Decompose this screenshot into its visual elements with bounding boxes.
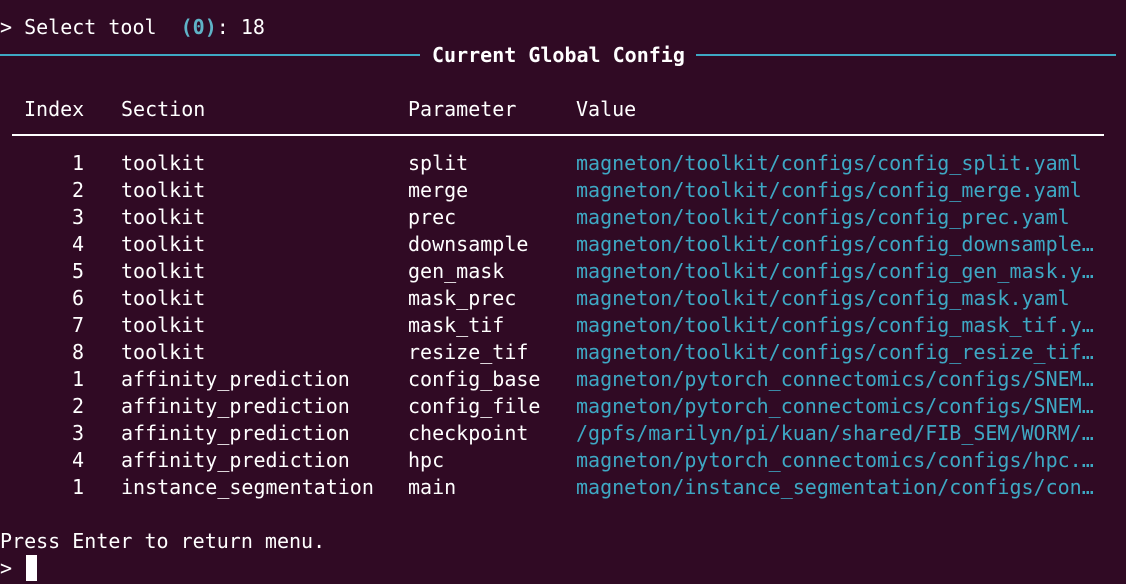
row-value: magneton/toolkit/configs/config_resize_t… — [576, 340, 1094, 364]
table-row: 2 toolkit merge magneton/toolkit/configs/co… — [0, 177, 1126, 204]
row-value: magneton/toolkit/configs/config_split.ya… — [576, 151, 1082, 175]
input-prompt: > — [0, 556, 13, 580]
title-rule-right — [696, 54, 1116, 56]
table-row: 1 affinity_prediction config_base magneton/… — [0, 366, 1126, 393]
row-index: 4 — [71, 448, 84, 472]
row-index: 6 — [71, 286, 84, 310]
prompt-prefix: > Select tool — [0, 15, 169, 39]
row-value: /gpfs/marilyn/pi/kuan/shared/FIB_SEM/WOR… — [576, 421, 1094, 445]
row-value: magneton/toolkit/configs/config_gen_mask… — [576, 259, 1094, 283]
row-value: magneton/toolkit/configs/config_merge.ya… — [576, 178, 1082, 202]
return-instruction: Press Enter to return menu. — [0, 529, 326, 553]
table-row: 2 affinity_prediction config_file magneton/… — [0, 393, 1126, 420]
row-parameter: mask_prec — [408, 286, 517, 310]
row-value: magneton/pytorch_connectomics/configs/SN… — [576, 394, 1094, 418]
prompt-default: (0) — [180, 15, 217, 39]
row-value: magneton/instance_segmentation/configs/c… — [576, 475, 1094, 499]
row-section: instance_segmentation — [121, 475, 374, 499]
row-section: toolkit — [121, 151, 206, 175]
row-index: 8 — [71, 340, 84, 364]
header-parameter: Parameter — [408, 97, 517, 121]
row-section: toolkit — [121, 286, 206, 310]
row-section: toolkit — [121, 340, 206, 364]
table-header-row: Index Section Parameter Value — [0, 96, 1126, 123]
row-parameter: gen_mask — [408, 259, 505, 283]
table-row: 1 instance_segmentation main magneton/insta… — [0, 474, 1126, 501]
table-row: 4 toolkit downsample magneton/toolkit/confi… — [0, 231, 1126, 258]
row-parameter: downsample — [408, 232, 529, 256]
prompt-answer: : 18 — [216, 15, 265, 39]
row-value: magneton/toolkit/configs/config_downsamp… — [576, 232, 1094, 256]
header-section: Section — [121, 97, 206, 121]
row-section: affinity_prediction — [121, 394, 350, 418]
input-line[interactable]: > — [0, 555, 38, 582]
row-index: 3 — [71, 205, 84, 229]
row-index: 2 — [71, 178, 84, 202]
row-parameter: merge — [408, 178, 469, 202]
row-section: affinity_prediction — [121, 421, 350, 445]
row-parameter: checkpoint — [408, 421, 529, 445]
table-row: 7 toolkit mask_tif magneton/toolkit/configs… — [0, 312, 1126, 339]
row-value: magneton/toolkit/configs/config_mask.yam… — [576, 286, 1070, 310]
table-title: Current Global Config — [432, 43, 685, 67]
row-index: 1 — [71, 367, 84, 391]
header-divider — [12, 134, 1104, 136]
table-row: 6 toolkit mask_prec magneton/toolkit/config… — [0, 285, 1126, 312]
header-index: Index — [24, 97, 85, 121]
row-parameter: main — [408, 475, 457, 499]
row-index: 1 — [71, 475, 84, 499]
table-row: 8 toolkit resize_tif magneton/toolkit/confi… — [0, 339, 1126, 366]
row-parameter: config_base — [408, 367, 541, 391]
row-index: 5 — [71, 259, 84, 283]
title-rule-left — [0, 54, 420, 56]
table-row: 1 toolkit split magneton/toolkit/configs/co… — [0, 150, 1126, 177]
row-section: toolkit — [121, 259, 206, 283]
row-parameter: hpc — [408, 448, 445, 472]
row-index: 4 — [71, 232, 84, 256]
table-row: 4 affinity_prediction hpc magneton/pytorch_… — [0, 447, 1126, 474]
row-section: affinity_prediction — [121, 448, 350, 472]
row-parameter: prec — [408, 205, 457, 229]
row-value: magneton/toolkit/configs/config_mask_tif… — [576, 313, 1094, 337]
header-value: Value — [576, 97, 637, 121]
row-value: magneton/toolkit/configs/config_prec.yam… — [576, 205, 1070, 229]
row-index: 7 — [71, 313, 84, 337]
config-table-body: 1 toolkit split magneton/toolkit/configs/co… — [0, 150, 1126, 501]
row-index: 1 — [71, 151, 84, 175]
text-cursor — [26, 555, 38, 581]
row-section: toolkit — [121, 205, 206, 229]
row-index: 3 — [71, 421, 84, 445]
row-section: affinity_prediction — [121, 367, 350, 391]
row-parameter: mask_tif — [408, 313, 505, 337]
row-value: magneton/pytorch_connectomics/configs/SN… — [576, 367, 1094, 391]
row-section: toolkit — [121, 313, 206, 337]
row-section: toolkit — [121, 232, 206, 256]
select-tool-prompt: > Select tool (0): 18 — [0, 14, 265, 41]
table-row: 3 toolkit prec magneton/toolkit/configs/con… — [0, 204, 1126, 231]
row-parameter: resize_tif — [408, 340, 529, 364]
row-parameter: config_file — [408, 394, 541, 418]
row-value: magneton/pytorch_connectomics/configs/hp… — [576, 448, 1094, 472]
row-parameter: split — [408, 151, 469, 175]
row-section: toolkit — [121, 178, 206, 202]
table-row: 5 toolkit gen_mask magneton/toolkit/configs… — [0, 258, 1126, 285]
table-row: 3 affinity_prediction checkpoint/gpfs/mari… — [0, 420, 1126, 447]
row-index: 2 — [71, 394, 84, 418]
